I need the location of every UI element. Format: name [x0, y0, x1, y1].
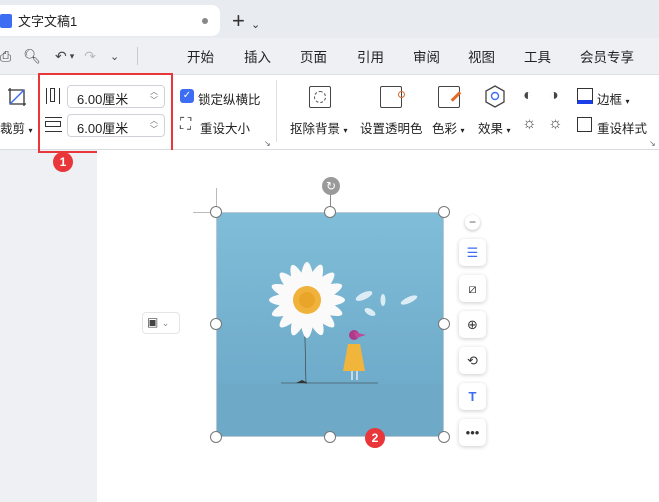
print-icon[interactable]: ⎙: [0, 48, 11, 65]
document-icon: [0, 13, 12, 28]
wrap-text-button[interactable]: ☰: [459, 239, 486, 266]
resize-handle-s[interactable]: [324, 431, 336, 443]
remove-background-button[interactable]: 抠除背景 ▾: [290, 118, 348, 137]
resize-handle-sw[interactable]: [210, 431, 222, 443]
more-options-button[interactable]: •••: [459, 419, 486, 446]
lock-ratio-label: 锁定纵横比: [198, 93, 261, 107]
document-tab[interactable]: 文字文稿1: [0, 5, 220, 36]
increase-contrast-icon[interactable]: ◐: [523, 87, 533, 105]
border-button[interactable]: 边框 ▾: [597, 89, 630, 108]
border-icon: [577, 88, 593, 104]
reset-size-button[interactable]: 重设大小: [200, 118, 250, 137]
collapse-toolbar-icon[interactable]: −: [465, 215, 480, 230]
unsaved-dot-icon: [202, 18, 208, 24]
effects-button[interactable]: 效果 ▾: [478, 118, 511, 137]
menu-member[interactable]: 会员专享: [580, 46, 634, 66]
resize-handle-w[interactable]: [210, 318, 222, 330]
crop-label[interactable]: 裁剪 ▾: [0, 118, 33, 137]
resize-handle-e[interactable]: [438, 318, 450, 330]
decrease-contrast-icon[interactable]: ◑: [549, 87, 559, 105]
color-button[interactable]: 色彩 ▾: [432, 118, 465, 137]
more-icon: •••: [465, 425, 480, 440]
zoom-in-icon: ⊕: [467, 316, 478, 332]
selection-frame: [216, 212, 444, 437]
color-icon: [438, 86, 462, 108]
set-transparent-icon: [380, 86, 405, 108]
print-preview-icon[interactable]: 🔍︎: [23, 48, 41, 65]
crop-side-button[interactable]: ⧄: [459, 275, 486, 302]
rotate-icon: ⟲: [467, 352, 478, 368]
menu-page[interactable]: 页面: [300, 46, 327, 66]
document-tab-title: 文字文稿1: [18, 14, 78, 29]
crop-icon: [8, 88, 26, 106]
crop-icon: ⧄: [468, 280, 477, 296]
highlight-box: [38, 73, 173, 153]
layout-options-button[interactable]: ▣ ⌄: [142, 312, 180, 334]
redo-icon[interactable]: ↷: [84, 48, 96, 65]
picture-dialog-launcher-icon[interactable]: ↘: [649, 139, 656, 148]
new-tab-button[interactable]: + ⌄: [232, 8, 260, 34]
menu-start[interactable]: 开始: [187, 46, 214, 66]
resize-handle-nw[interactable]: [210, 206, 222, 218]
reset-style-icon: [577, 117, 592, 132]
wrap-text-icon: ▣: [147, 315, 159, 329]
menu-references[interactable]: 引用: [357, 46, 384, 66]
crop-button[interactable]: [6, 86, 28, 111]
wrap-text-icon: ☰: [466, 244, 479, 260]
increase-brightness-icon[interactable]: ☼: [522, 115, 537, 133]
quick-toolbar: ⎙ 🔍︎ ↶ ▾ ↷ ⌄: [0, 44, 139, 68]
menu-insert[interactable]: 插入: [244, 46, 271, 66]
menu-tools[interactable]: 工具: [524, 46, 551, 66]
rotate-handle-icon[interactable]: ↻: [322, 177, 340, 195]
resize-handle-ne[interactable]: [438, 206, 450, 218]
effects-icon: [485, 85, 505, 108]
divider: [276, 80, 277, 142]
menu-view[interactable]: 视图: [468, 46, 495, 66]
chevron-down-icon: ⌄: [161, 318, 170, 328]
step-badge-2: 2: [365, 428, 385, 448]
resize-handle-se[interactable]: [438, 431, 450, 443]
decrease-brightness-icon[interactable]: ☼: [548, 115, 563, 133]
plus-icon: +: [232, 8, 245, 33]
extract-text-button[interactable]: T: [459, 383, 486, 410]
remove-background-icon: [309, 86, 331, 108]
divider: [137, 47, 139, 65]
lock-ratio-checkbox[interactable]: ✓: [180, 89, 194, 103]
size-dialog-launcher-icon[interactable]: ↘: [264, 139, 271, 148]
extract-text-icon: T: [468, 389, 477, 404]
reset-style-button[interactable]: 重设样式: [597, 118, 647, 137]
undo-icon[interactable]: ↶: [55, 48, 67, 65]
undo-dropdown-icon[interactable]: ▾: [70, 51, 75, 62]
resize-handle-n[interactable]: [324, 206, 336, 218]
menu-review[interactable]: 审阅: [413, 46, 440, 66]
more-dropdown-icon[interactable]: ⌄: [110, 50, 119, 63]
reset-size-icon: ⛶: [180, 116, 192, 133]
set-transparent-button[interactable]: 设置透明色: [360, 118, 423, 137]
chevron-down-icon: ⌄: [250, 19, 261, 31]
rotate-button[interactable]: ⟲: [459, 347, 486, 374]
zoom-in-button[interactable]: ⊕: [459, 311, 486, 338]
step-badge-1: 1: [53, 152, 73, 172]
